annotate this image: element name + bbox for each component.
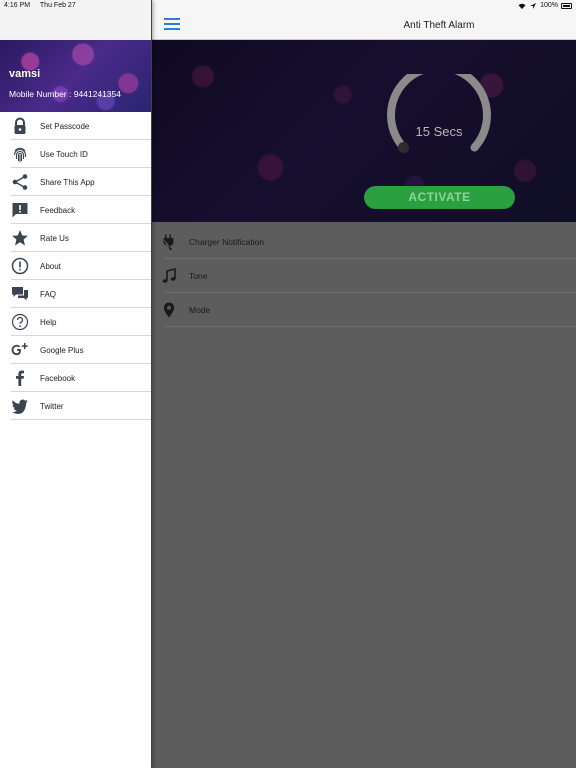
option-label: Charger Notification [189,237,265,247]
info-icon [11,257,29,275]
menu-item-feedback[interactable]: Feedback [0,196,151,224]
menu-label: Google Plus [40,345,84,355]
option-label: Mode [189,305,211,315]
feedback-icon [11,201,29,219]
alarm-hero: 15 Secs ACTIVATE [152,40,576,222]
option-tone[interactable]: Tone [152,259,576,293]
menu-label: About [40,261,61,271]
option-label: Tone [189,271,208,281]
location-arrow-icon [530,2,537,9]
dial-handle[interactable] [398,142,409,153]
chat-icon [11,285,29,303]
status-date: Thu Feb 27 [39,2,76,9]
menu-label: Rate Us [40,233,69,243]
menu-item-rate-us[interactable]: Rate Us [0,224,151,252]
option-mode[interactable]: Mode [152,293,576,327]
menu-label: Twitter [40,401,64,411]
lock-icon [11,117,29,135]
location-pin-icon [161,302,177,318]
plug-icon [161,234,177,250]
profile-mobile: Mobile Number : 9441241354 [9,89,121,99]
menu-label: Share This App [40,177,95,187]
menu-item-use-touch-id[interactable]: Use Touch ID [0,140,151,168]
menu-label: Set Passcode [40,121,90,131]
menu-label: Use Touch ID [40,149,88,159]
twitter-icon [11,397,29,415]
timer-dial[interactable] [384,74,494,170]
music-note-icon [161,268,177,284]
menu-label: FAQ [40,289,57,299]
activate-button[interactable]: ACTIVATE [364,186,515,209]
side-drawer: vamsi Mobile Number : 9441241354 Set Pas… [0,0,151,768]
settings-list: Charger Notification Tone Mode [152,225,576,327]
help-icon [11,313,29,331]
main-content: Anti Theft Alarm 15 Secs ACTIVATE Charge… [152,0,576,768]
battery-icon [561,3,572,9]
menu-item-facebook[interactable]: Facebook [0,364,151,392]
drawer-menu: Set Passcode Use Touch ID Share This App… [0,112,151,420]
page-title: Anti Theft Alarm [403,20,475,31]
fingerprint-icon [11,145,29,163]
menu-item-set-passcode[interactable]: Set Passcode [0,112,151,140]
option-charger-notification[interactable]: Charger Notification [152,225,576,259]
menu-item-about[interactable]: About [0,252,151,280]
menu-item-help[interactable]: Help [0,308,151,336]
share-icon [11,173,29,191]
menu-label: Facebook [40,373,76,383]
facebook-icon [11,369,29,387]
google-plus-icon [11,341,29,359]
menu-label: Feedback [40,205,76,215]
status-bar: 4:16 PM Thu Feb 27 100% [0,0,576,12]
menu-item-share-this-app[interactable]: Share This App [0,168,151,196]
star-icon [11,229,29,247]
menu-item-google-plus[interactable]: Google Plus [0,336,151,364]
profile-header: vamsi Mobile Number : 9441241354 [0,40,151,112]
menu-item-faq[interactable]: FAQ [0,280,151,308]
timer-label: 15 Secs [415,124,463,139]
menu-label: Help [40,317,57,327]
profile-name: vamsi [9,68,41,80]
wifi-icon [518,3,526,9]
status-time: 4:16 PM [4,2,31,9]
menu-item-twitter[interactable]: Twitter [0,392,151,420]
battery-percent: 100% [540,2,558,9]
